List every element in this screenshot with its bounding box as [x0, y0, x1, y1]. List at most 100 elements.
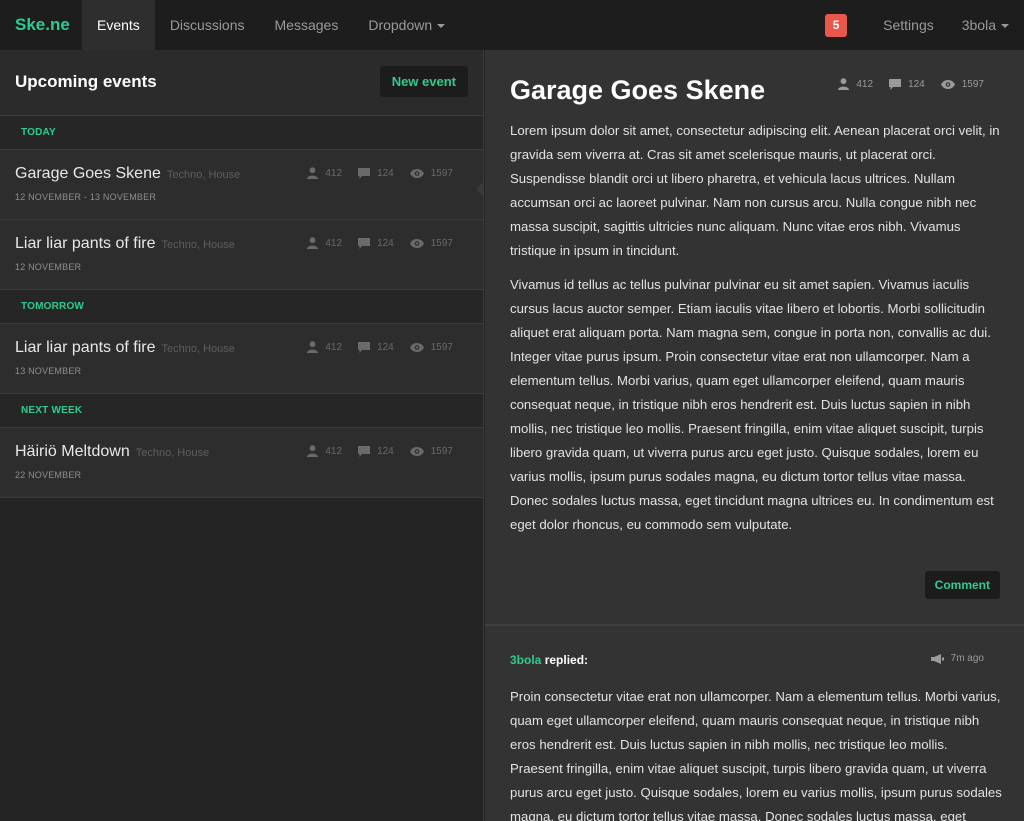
- views-count: 1597: [430, 237, 453, 249]
- event-date: 12 NOVEMBER - 13 NOVEMBER: [15, 192, 157, 202]
- eye-icon: [409, 168, 424, 178]
- comment-icon: [358, 237, 371, 249]
- caret-down-icon: [437, 24, 446, 29]
- group-header: NEXT WEEK: [0, 394, 483, 428]
- attendees-count: 412: [325, 237, 343, 249]
- notification-badge[interactable]: 5: [825, 13, 848, 37]
- comments-stat: 124: [889, 78, 925, 90]
- attendees-stat: 412: [838, 78, 873, 90]
- comment-icon: [358, 167, 371, 179]
- event-date: 22 NOVEMBER: [15, 470, 82, 480]
- nav-messages[interactable]: Messages: [260, 0, 354, 50]
- event-genre: Techno, House: [135, 447, 210, 459]
- new-event-button[interactable]: New event: [379, 66, 468, 97]
- comments-count: 124: [377, 341, 394, 353]
- nav-events[interactable]: Events: [82, 0, 155, 50]
- attendees-stat: 412: [307, 445, 342, 457]
- event-genre: Techno, House: [161, 343, 235, 355]
- views-stat: 1597: [409, 168, 453, 179]
- attendees-stat: 412: [307, 237, 342, 249]
- eye-icon: [940, 79, 955, 89]
- reply-author[interactable]: 3bola: [510, 653, 541, 667]
- nav-discussions[interactable]: Discussions: [155, 0, 260, 50]
- attendees-stat: 412: [307, 341, 342, 353]
- megaphone-icon: [930, 653, 944, 664]
- comment-icon: [889, 78, 902, 90]
- attendees-count: 412: [325, 167, 343, 179]
- comments-stat: 124: [358, 237, 394, 249]
- event-detail-panel: Garage Goes Skene 412 124 1597 Lorem ips…: [485, 50, 1024, 821]
- events-panel-header: Upcoming events New event: [0, 50, 483, 116]
- event-title: Garage Goes Skene Techno, House: [15, 165, 240, 183]
- eye-icon: [409, 446, 424, 456]
- divider: [485, 624, 1024, 626]
- event-detail-stats: 412 124 1597: [838, 78, 984, 90]
- event-date: 13 NOVEMBER: [15, 366, 82, 376]
- event-genre: Techno, House: [166, 169, 241, 181]
- user-icon: [307, 341, 319, 353]
- comments-stat: 124: [358, 167, 394, 179]
- event-name-text: Garage Goes Skene: [15, 165, 161, 182]
- comments-count: 124: [908, 78, 925, 90]
- attendees-stat: 412: [307, 167, 342, 179]
- group-header: TOMORROW: [0, 290, 483, 324]
- event-list-item[interactable]: Garage Goes Skene Techno, House 12 NOVEMBE…: [0, 150, 483, 220]
- description-paragraph: Lorem ipsum dolor sit amet, consectetur …: [510, 123, 1000, 258]
- comments-count: 124: [377, 237, 394, 249]
- event-title: Häiriö Meltdown Techno, House: [15, 443, 209, 461]
- event-detail-title: Garage Goes Skene: [510, 75, 766, 105]
- reply-action: replied:: [544, 653, 589, 667]
- description-paragraph: Vivamus id tellus ac tellus pulvinar pul…: [510, 277, 994, 532]
- eye-icon: [409, 238, 424, 248]
- views-stat: 1597: [409, 341, 453, 353]
- nav-right: 5 Settings 3bola: [825, 0, 1024, 50]
- event-genre: Techno, House: [161, 239, 235, 251]
- event-list-item[interactable]: Liar liar pants of fire Techno, House 13 N…: [0, 324, 483, 394]
- event-list-item[interactable]: Liar liar pants of fire Techno, House 12 N…: [0, 220, 483, 290]
- attendees-count: 412: [325, 445, 343, 457]
- views-stat: 1597: [940, 78, 984, 90]
- reply-time-text: 7m ago: [950, 653, 984, 664]
- comments-stat: 124: [358, 341, 394, 353]
- event-list: TODAY Garage Goes Skene Techno, House 12 NO…: [0, 116, 483, 498]
- views-count: 1597: [961, 78, 984, 90]
- views-stat: 1597: [409, 445, 453, 457]
- views-count: 1597: [430, 445, 453, 457]
- attendees-count: 412: [856, 78, 874, 90]
- event-name-text: Häiriö Meltdown: [15, 443, 130, 460]
- nav-settings[interactable]: Settings: [869, 0, 948, 50]
- group-header: TODAY: [0, 116, 483, 150]
- user-menu[interactable]: 3bola: [948, 0, 1024, 50]
- event-stats: 412 124 1597: [307, 341, 453, 353]
- comment-icon: [358, 341, 371, 353]
- reply-body: Proin consectetur vitae erat non ullamco…: [510, 689, 1002, 821]
- brand-logo[interactable]: Ske.ne: [0, 0, 82, 50]
- comments-count: 124: [377, 445, 394, 457]
- reply-timestamp: 7m ago: [930, 653, 984, 664]
- comments-count: 124: [377, 167, 394, 179]
- user-icon: [838, 78, 850, 90]
- views-stat: 1597: [409, 237, 453, 249]
- nav-dropdown[interactable]: Dropdown: [353, 0, 460, 50]
- eye-icon: [409, 342, 424, 352]
- event-list-item[interactable]: Häiriö Meltdown Techno, House 22 NOVEMBER 4…: [0, 428, 483, 498]
- event-stats: 412 124 1597: [307, 167, 453, 179]
- user-name: 3bola: [961, 17, 996, 33]
- event-stats: 412 124 1597: [307, 237, 453, 249]
- nav-dropdown-label: Dropdown: [368, 17, 433, 33]
- comment-icon: [358, 445, 371, 457]
- events-panel-title: Upcoming events: [15, 72, 157, 91]
- comment-button[interactable]: Comment: [924, 571, 1000, 599]
- event-stats: 412 124 1597: [307, 445, 453, 457]
- user-icon: [307, 445, 319, 457]
- event-name-text: Liar liar pants of fire: [15, 235, 156, 252]
- selected-pointer: [476, 181, 484, 197]
- views-count: 1597: [430, 341, 453, 353]
- event-title: Liar liar pants of fire Techno, House: [15, 235, 235, 253]
- event-title: Liar liar pants of fire Techno, House: [15, 339, 235, 357]
- attendees-count: 412: [325, 341, 343, 353]
- events-panel: Upcoming events New event TODAY Garage Go…: [0, 50, 484, 821]
- event-name-text: Liar liar pants of fire: [15, 339, 156, 356]
- comments-stat: 124: [358, 445, 394, 457]
- user-icon: [307, 237, 319, 249]
